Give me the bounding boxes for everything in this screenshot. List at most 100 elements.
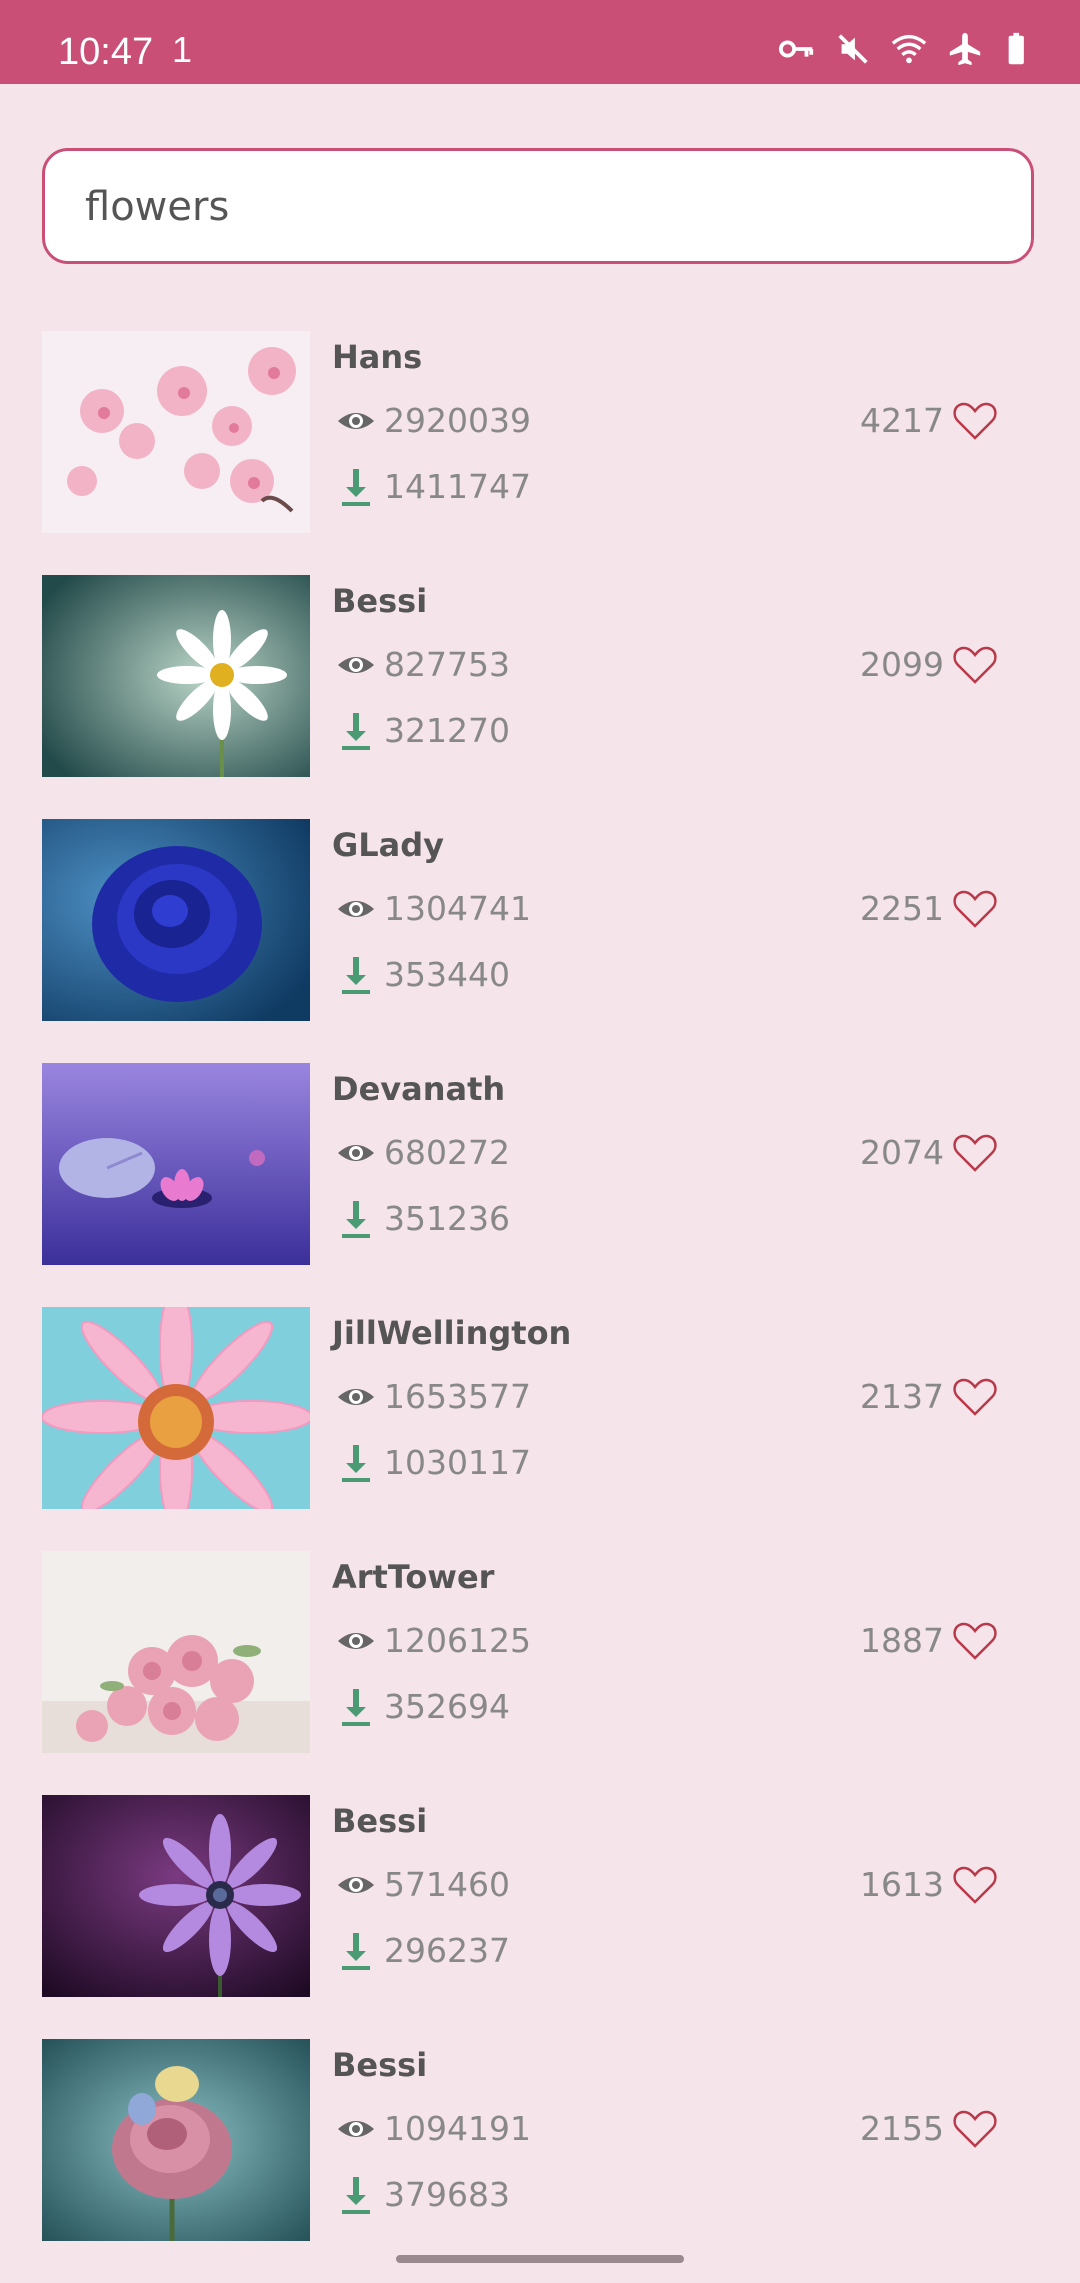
likes-count: 2137 bbox=[860, 1377, 944, 1416]
likes-stat[interactable]: 2074 bbox=[860, 1131, 998, 1175]
search-box[interactable] bbox=[42, 148, 1034, 264]
views-count: 680272 bbox=[384, 1133, 510, 1172]
thumbnail-image[interactable] bbox=[42, 331, 310, 533]
views-count: 1304741 bbox=[384, 889, 531, 928]
download-icon bbox=[336, 1929, 376, 1973]
downloads-count: 351236 bbox=[384, 1199, 510, 1238]
heart-icon[interactable] bbox=[952, 1132, 998, 1174]
heart-icon[interactable] bbox=[952, 1620, 998, 1662]
thumbnail-image[interactable] bbox=[42, 1551, 310, 1753]
views-stat: 1304741 bbox=[336, 887, 531, 931]
downloads-stat: 321270 bbox=[336, 709, 510, 753]
likes-count: 1613 bbox=[860, 1865, 944, 1904]
heart-icon[interactable] bbox=[952, 1864, 998, 1906]
thumbnail-image[interactable] bbox=[42, 1307, 310, 1509]
downloads-stat: 353440 bbox=[336, 953, 510, 997]
downloads-stat: 1411747 bbox=[336, 465, 531, 509]
download-icon bbox=[336, 2173, 376, 2217]
eye-icon bbox=[336, 2109, 376, 2149]
likes-stat[interactable]: 1887 bbox=[860, 1619, 998, 1663]
list-item[interactable]: Bessi 1094191 379683 2155 bbox=[0, 2039, 1080, 2283]
downloads-count: 352694 bbox=[384, 1687, 510, 1726]
search-input[interactable] bbox=[85, 177, 985, 237]
list-item[interactable]: Devanath 680272 351236 2074 bbox=[0, 1063, 1080, 1307]
list-item[interactable]: Bessi 827753 321270 2099 bbox=[0, 575, 1080, 819]
downloads-stat: 296237 bbox=[336, 1929, 510, 1973]
views-count: 827753 bbox=[384, 645, 510, 684]
thumbnail-image[interactable] bbox=[42, 575, 310, 777]
status-time: 10:47 bbox=[58, 31, 154, 73]
username: JillWellington bbox=[332, 1314, 572, 1352]
status-bar: 10:47 1 bbox=[0, 0, 1080, 84]
list-item[interactable]: GLady 1304741 353440 2251 bbox=[0, 819, 1080, 1063]
thumbnail-image[interactable] bbox=[42, 2039, 310, 2241]
airplane-icon bbox=[946, 30, 984, 68]
likes-count: 2155 bbox=[860, 2109, 944, 2148]
status-icons bbox=[778, 30, 1040, 68]
status-notification-count: 1 bbox=[172, 29, 193, 70]
heart-icon[interactable] bbox=[952, 644, 998, 686]
downloads-count: 1411747 bbox=[384, 467, 531, 506]
views-stat: 571460 bbox=[336, 1863, 510, 1907]
views-count: 1653577 bbox=[384, 1377, 531, 1416]
list-item[interactable]: Bessi 571460 296237 1613 bbox=[0, 1795, 1080, 2039]
username: Bessi bbox=[332, 2046, 428, 2084]
list-item[interactable]: ArtTower 1206125 352694 1887 bbox=[0, 1551, 1080, 1795]
home-indicator[interactable] bbox=[396, 2255, 684, 2263]
download-icon bbox=[336, 465, 376, 509]
downloads-stat: 351236 bbox=[336, 1197, 510, 1241]
list-item[interactable]: Hans 2920039 1411747 4217 bbox=[0, 331, 1080, 575]
likes-stat[interactable]: 2155 bbox=[860, 2107, 998, 2151]
list-item[interactable]: JillWellington 1653577 1030117 2137 bbox=[0, 1307, 1080, 1551]
downloads-stat: 379683 bbox=[336, 2173, 510, 2217]
views-count: 2920039 bbox=[384, 401, 531, 440]
likes-stat[interactable]: 1613 bbox=[860, 1863, 998, 1907]
views-stat: 827753 bbox=[336, 643, 510, 687]
downloads-count: 321270 bbox=[384, 711, 510, 750]
download-icon bbox=[336, 953, 376, 997]
results-list[interactable]: Hans 2920039 1411747 4217 Bessi 827753 3… bbox=[0, 331, 1080, 2283]
likes-stat[interactable]: 2099 bbox=[860, 643, 998, 687]
battery-icon bbox=[1002, 30, 1040, 68]
heart-icon[interactable] bbox=[952, 2108, 998, 2150]
username: ArtTower bbox=[332, 1558, 495, 1596]
likes-stat[interactable]: 2137 bbox=[860, 1375, 998, 1419]
eye-icon bbox=[336, 1377, 376, 1417]
thumbnail-image[interactable] bbox=[42, 819, 310, 1021]
thumbnail-image[interactable] bbox=[42, 1795, 310, 1997]
views-stat: 1653577 bbox=[336, 1375, 531, 1419]
views-stat: 680272 bbox=[336, 1131, 510, 1175]
username: Devanath bbox=[332, 1070, 506, 1108]
username: Bessi bbox=[332, 1802, 428, 1840]
downloads-count: 379683 bbox=[384, 2175, 510, 2214]
downloads-count: 1030117 bbox=[384, 1443, 531, 1482]
views-count: 1206125 bbox=[384, 1621, 531, 1660]
eye-icon bbox=[336, 1865, 376, 1905]
views-stat: 1094191 bbox=[336, 2107, 531, 2151]
downloads-count: 296237 bbox=[384, 1931, 510, 1970]
vpn-key-icon bbox=[778, 30, 816, 68]
views-count: 571460 bbox=[384, 1865, 510, 1904]
download-icon bbox=[336, 709, 376, 753]
likes-stat[interactable]: 4217 bbox=[860, 399, 998, 443]
heart-icon[interactable] bbox=[952, 888, 998, 930]
downloads-stat: 1030117 bbox=[336, 1441, 531, 1485]
downloads-count: 353440 bbox=[384, 955, 510, 994]
likes-stat[interactable]: 2251 bbox=[860, 887, 998, 931]
download-icon bbox=[336, 1197, 376, 1241]
username: Hans bbox=[332, 338, 423, 376]
likes-count: 2251 bbox=[860, 889, 944, 928]
thumbnail-image[interactable] bbox=[42, 1063, 310, 1265]
download-icon bbox=[336, 1441, 376, 1485]
wifi-icon bbox=[890, 30, 928, 68]
heart-icon[interactable] bbox=[952, 400, 998, 442]
views-count: 1094191 bbox=[384, 2109, 531, 2148]
views-stat: 1206125 bbox=[336, 1619, 531, 1663]
likes-count: 2099 bbox=[860, 645, 944, 684]
eye-icon bbox=[336, 1133, 376, 1173]
heart-icon[interactable] bbox=[952, 1376, 998, 1418]
downloads-stat: 352694 bbox=[336, 1685, 510, 1729]
eye-icon bbox=[336, 1621, 376, 1661]
mute-icon bbox=[834, 30, 872, 68]
likes-count: 2074 bbox=[860, 1133, 944, 1172]
